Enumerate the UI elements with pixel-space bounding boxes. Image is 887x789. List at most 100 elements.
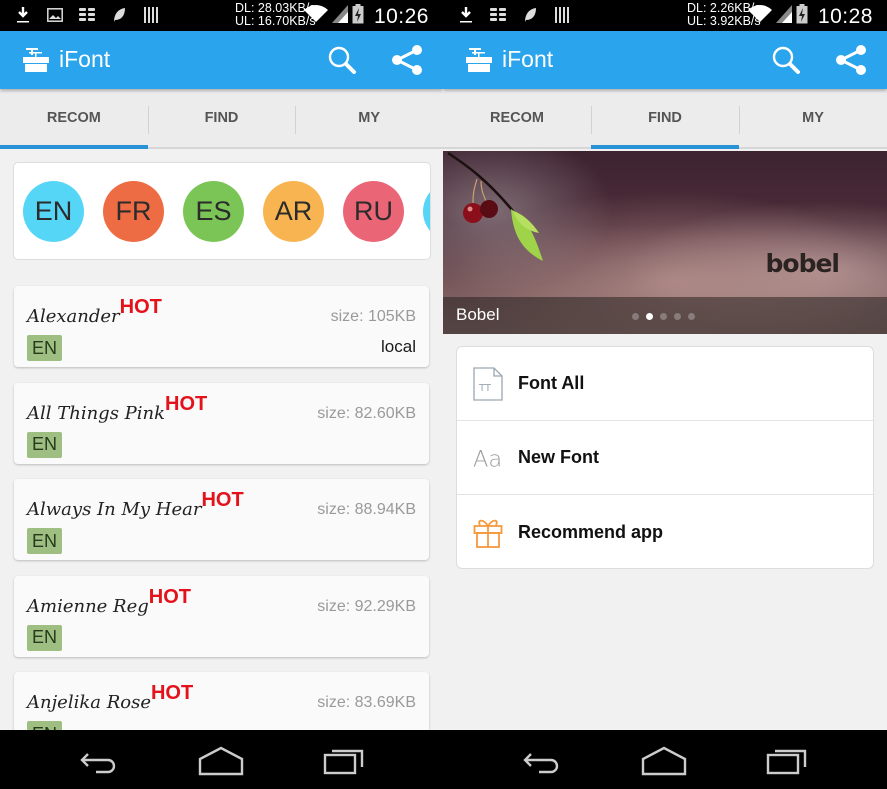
tab-recom[interactable]: RECOM (443, 89, 591, 147)
tab-find[interactable]: FIND (147, 89, 296, 147)
font-name: Anjelika Rose (27, 692, 151, 713)
image-icon (46, 6, 64, 24)
ifont-logo-icon (22, 47, 50, 73)
status-bar: DL: 28.03KB/s UL: 16.70KB/s 10:26 (0, 0, 443, 31)
menu-label: Recommend app (518, 521, 664, 542)
barcode-icon (142, 6, 160, 24)
font-name: Always In My Hear (27, 499, 202, 520)
leaf-icon (521, 6, 539, 24)
font-name-row: Amienne Reg HOT (27, 586, 191, 620)
action-bar: iFont (0, 31, 443, 89)
font-file-icon: TT (473, 366, 503, 401)
tab-my[interactable]: MY (295, 89, 443, 147)
action-bar: iFont (443, 31, 887, 89)
share-icon[interactable] (391, 44, 423, 76)
carousel-indicator (632, 313, 695, 320)
menu-item-new-font[interactable]: Aa New Font (457, 421, 873, 495)
screen-find: DL: 2.26KB/s UL: 3.92KB/s 10:28 iFont RE… (443, 0, 887, 789)
font-size: size: 82.60KB (317, 404, 416, 422)
navigation-bar (0, 730, 443, 789)
language-chip-more[interactable] (423, 181, 430, 242)
carousel-dot[interactable] (674, 313, 681, 320)
language-selector: EN FR ES AR RU (13, 162, 431, 260)
tab-bar: RECOM FIND MY (0, 89, 443, 149)
hot-badge: HOT (119, 296, 162, 318)
font-card[interactable]: All Things Pink HOT size: 82.60KB EN (14, 382, 429, 464)
download-icon (457, 6, 475, 24)
ifont-logo-icon (465, 47, 493, 73)
back-icon[interactable] (517, 746, 563, 776)
carousel-dot[interactable] (688, 313, 695, 320)
back-icon[interactable] (74, 746, 120, 776)
svg-text:TT: TT (478, 383, 492, 394)
recent-apps-icon[interactable] (765, 746, 811, 776)
app-title: iFont (502, 46, 554, 72)
font-card[interactable]: Always In My Hear HOT size: 88.94KB EN (14, 479, 429, 560)
featured-font-banner[interactable]: bobel Bobel (443, 151, 887, 334)
font-name-row: All Things Pink HOT (27, 393, 207, 427)
font-card[interactable]: Alexander HOT size: 105KB EN local (14, 286, 429, 367)
font-name: Alexander (27, 306, 120, 327)
menu-item-font-all[interactable]: TT Font All (457, 347, 873, 421)
bbm-icon (78, 6, 96, 24)
carousel-dot[interactable] (646, 313, 653, 320)
leaf-icon (110, 6, 128, 24)
font-name-row: Always In My Hear HOT (27, 489, 244, 523)
tab-my[interactable]: MY (739, 89, 887, 147)
language-chip-es[interactable]: ES (183, 181, 244, 242)
navigation-bar (443, 730, 887, 789)
font-size: size: 88.94KB (317, 501, 416, 518)
home-icon[interactable] (198, 746, 244, 776)
font-size: size: 105KB (330, 308, 416, 325)
font-card[interactable]: Amienne Reg HOT size: 92.29KB EN (14, 575, 429, 657)
svg-text:Aa: Aa (473, 446, 502, 472)
menu-label: New Font (518, 447, 599, 467)
font-status: local (381, 337, 416, 356)
font-name: All Things Pink (27, 402, 166, 424)
clock: 10:26 (373, 4, 429, 28)
font-language-badge: EN (27, 528, 62, 554)
font-language-badge: EN (27, 431, 62, 458)
banner-brand-text: bobel (765, 249, 840, 278)
signal-icon (775, 5, 792, 28)
language-chip-ru[interactable]: RU (343, 181, 404, 242)
tab-find[interactable]: FIND (591, 89, 739, 149)
search-icon[interactable] (771, 45, 801, 75)
home-icon[interactable] (641, 746, 687, 776)
cherry-branch-illustration (447, 151, 543, 261)
hot-badge: HOT (201, 489, 244, 511)
find-menu: TT Font All Aa New Font Recommend app (456, 346, 874, 569)
bbm-icon (489, 6, 507, 24)
menu-item-recommend-app[interactable]: Recommend app (457, 495, 873, 569)
wifi-icon (303, 5, 328, 28)
menu-label: Font All (518, 373, 585, 393)
tab-recom[interactable]: RECOM (0, 89, 148, 149)
font-size: size: 83.69KB (317, 694, 416, 711)
font-name: Amienne Reg (27, 595, 149, 617)
language-chip-en[interactable]: EN (23, 181, 84, 242)
tab-bar: RECOM FIND MY (443, 89, 887, 149)
language-chip-fr[interactable]: FR (103, 181, 164, 242)
gift-icon (473, 515, 503, 549)
font-language-badge: EN (27, 335, 62, 361)
hot-badge: HOT (165, 392, 208, 415)
font-list: Alexander HOT size: 105KB EN local All Things… (14, 286, 429, 769)
app-title: iFont (59, 46, 111, 72)
banner-caption: Bobel (443, 297, 887, 334)
clock: 10:28 (817, 4, 873, 28)
status-bar: DL: 2.26KB/s UL: 3.92KB/s 10:28 (443, 0, 887, 31)
recent-apps-icon[interactable] (322, 746, 368, 776)
signal-icon (331, 5, 348, 28)
language-chip-ar[interactable]: AR (263, 181, 324, 242)
search-icon[interactable] (327, 45, 357, 75)
aa-icon: Aa (473, 441, 503, 475)
share-icon[interactable] (835, 44, 867, 76)
font-name-row: Alexander HOT (27, 296, 162, 330)
carousel-dot[interactable] (660, 313, 667, 320)
font-size: size: 92.29KB (317, 597, 416, 615)
carousel-dot[interactable] (632, 313, 639, 320)
font-language-badge: EN (27, 624, 62, 651)
download-icon (14, 6, 32, 24)
wifi-icon (747, 5, 772, 28)
barcode-icon (553, 6, 571, 24)
